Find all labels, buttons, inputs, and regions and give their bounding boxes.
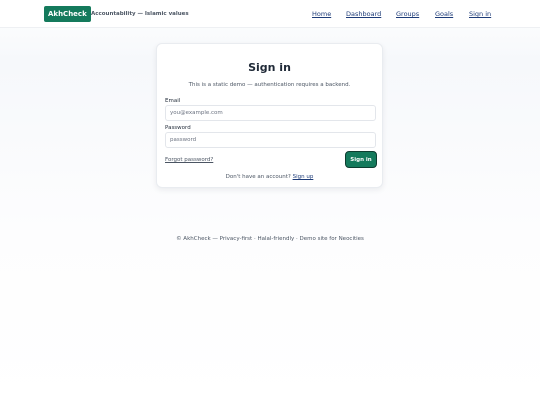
no-account-text: Don't have an account? (225, 174, 291, 180)
password-field[interactable] (165, 132, 376, 148)
nav-link-home[interactable]: Home (312, 10, 331, 18)
nav-link-sign-in[interactable]: Sign in (469, 10, 491, 18)
sign-up-link[interactable]: Sign up (293, 174, 314, 180)
demo-notice: This is a static demo — authentication r… (188, 82, 351, 88)
signup-prompt: Don't have an account? Sign up (157, 174, 382, 180)
site-tagline: Accountability — Islamic values (91, 11, 189, 17)
sign-in-card: Sign in This is a static demo — authenti… (156, 43, 383, 188)
email-field[interactable] (165, 105, 376, 121)
password-label: Password (165, 125, 191, 131)
site-header: AkhCheck Accountability — Islamic values… (0, 0, 540, 28)
nav-link-goals[interactable]: Goals (435, 10, 453, 18)
forgot-password-link[interactable]: Forgot password? (165, 157, 213, 163)
nav-link-groups[interactable]: Groups (396, 10, 419, 18)
site-footer: © AkhCheck — Privacy-first · Halal-frien… (176, 236, 364, 242)
email-label: Email (165, 98, 181, 104)
site-logo[interactable]: AkhCheck (44, 6, 91, 22)
sign-in-button[interactable]: Sign in (345, 151, 377, 168)
nav-link-dashboard[interactable]: Dashboard (346, 10, 381, 18)
page-title: Sign in (248, 61, 291, 74)
